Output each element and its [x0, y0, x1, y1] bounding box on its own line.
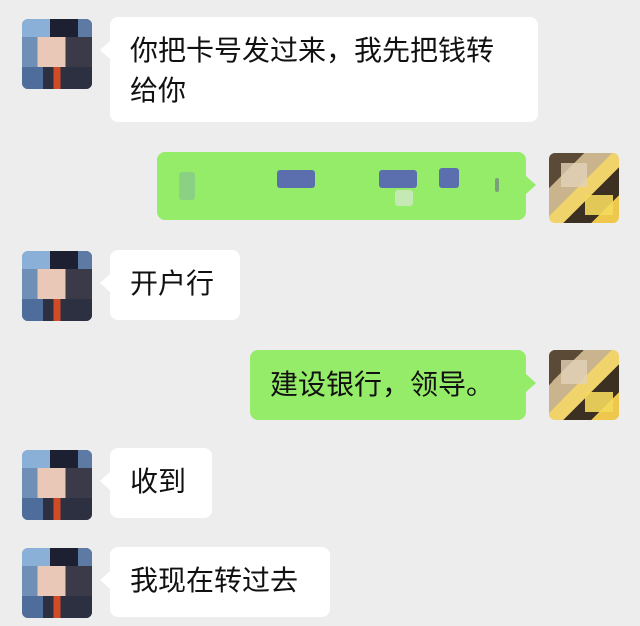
contact-avatar[interactable] [22, 450, 92, 520]
received-message-bubble[interactable]: 我现在转过去 [100, 547, 330, 617]
contact-avatar[interactable] [22, 251, 92, 321]
message-text: 开户行 [130, 267, 215, 300]
redacted-block [277, 170, 315, 188]
redacted-block [439, 168, 459, 188]
sent-message-bubble-redacted[interactable] [157, 152, 536, 220]
redacted-block [495, 178, 499, 192]
redacted-block [395, 190, 413, 206]
message-text: 收到 [130, 465, 187, 498]
received-message-bubble[interactable]: 收到 [100, 448, 212, 518]
message-text: 你把卡号发过来，我先把钱转给你 [130, 34, 495, 107]
redacted-block [379, 170, 417, 188]
message-text: 我现在转过去 [130, 564, 299, 597]
contact-avatar[interactable] [22, 548, 92, 618]
message-text: 建设银行，领导。 [270, 368, 495, 401]
user-avatar[interactable] [549, 350, 619, 420]
sent-message-bubble[interactable]: 建设银行，领导。 [250, 350, 536, 420]
contact-avatar[interactable] [22, 19, 92, 89]
received-message-bubble[interactable]: 你把卡号发过来，我先把钱转给你 [100, 17, 538, 122]
user-avatar[interactable] [549, 153, 619, 223]
received-message-bubble[interactable]: 开户行 [100, 250, 240, 320]
redacted-block [179, 172, 195, 200]
